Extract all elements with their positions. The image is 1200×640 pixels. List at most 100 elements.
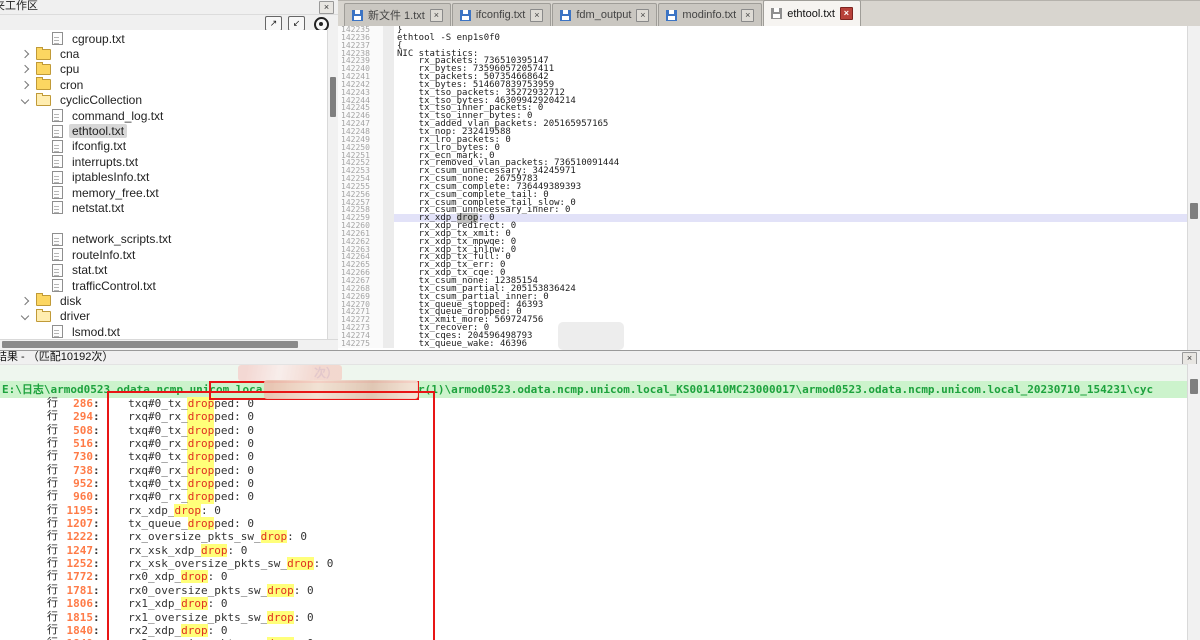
save-icon (460, 10, 471, 21)
editor-line: tx_added_vlan_packets: 205165957165 (394, 120, 1188, 128)
tree-item-ethtool[interactable]: ethtool.txt (0, 123, 328, 138)
file-icon (52, 32, 63, 45)
results-vertical-scrollbar[interactable] (1187, 364, 1200, 640)
tree-item-driver[interactable]: driver (0, 309, 328, 324)
tab-new-file-1[interactable]: 新文件 1.txt× (344, 3, 451, 26)
folder-open-icon (36, 311, 51, 322)
result-line-number: 960 (61, 490, 93, 503)
result-line-number: 1840 (61, 624, 93, 637)
chevron-right-icon[interactable] (21, 50, 29, 58)
chevron-down-icon[interactable] (21, 312, 29, 320)
tree-item-cyclicCollection[interactable]: cyclicCollection (0, 93, 328, 108)
workspace-panel: 夹工作区 × ↗ ↙ cgroup.txt cna cpu cron cycli… (0, 0, 338, 350)
close-icon[interactable]: × (840, 7, 853, 20)
results-titlebar: 结果 - （匹配10192次） × (0, 351, 1200, 365)
notepadpp-window: 夹工作区 × ↗ ↙ cgroup.txt cna cpu cron cycli… (0, 0, 1200, 640)
tree-scrollbar-thumb[interactable] (330, 77, 336, 117)
tree-item-lsmod[interactable]: lsmod.txt (0, 324, 328, 339)
result-line-number: 508 (61, 424, 93, 437)
tree-scrollbar-thumb[interactable] (2, 341, 298, 348)
tree-item-trafficControl[interactable]: trafficControl.txt (0, 278, 328, 293)
tab-bar: 新文件 1.txt× ifconfig.txt× fdm_output× mod… (338, 0, 1200, 26)
tree-item-cron[interactable]: cron (0, 77, 328, 92)
editor-vertical-scrollbar[interactable] (1187, 26, 1200, 350)
search-results-panel: 结果 - （匹配10192次） × 索 "drop" （1个文件中匹配到1019… (0, 350, 1200, 640)
tree-item-cna[interactable]: cna (0, 46, 328, 61)
editor-line: rx_csum_unnecessary_inner: 0 (394, 206, 1188, 214)
editor-line: rx_lro_packets: 0 (394, 136, 1188, 144)
editor-line: ethtool -S enp1s0f0 (394, 34, 1188, 42)
close-icon[interactable]: × (741, 9, 754, 22)
editor-line: tx_xmit_more: 569724756 (394, 316, 1188, 324)
editor-area: 新文件 1.txt× ifconfig.txt× fdm_output× mod… (338, 0, 1200, 350)
tree-item-netstat[interactable]: netstat.txt (0, 200, 328, 215)
result-line-number: 1806 (61, 597, 93, 610)
editor-line: rx_xdp_tx_full: 0 (394, 253, 1188, 261)
line-number: 142275 (338, 340, 383, 348)
file-icon (52, 186, 63, 199)
tab-ifconfig[interactable]: ifconfig.txt× (452, 3, 552, 26)
close-icon[interactable]: × (430, 9, 443, 22)
file-icon (52, 140, 63, 153)
tree-horizontal-scrollbar[interactable] (0, 339, 338, 350)
tree-vertical-scrollbar[interactable] (327, 30, 338, 340)
tree-item-memory-free[interactable]: memory_free.txt (0, 185, 328, 200)
file-icon (52, 125, 63, 138)
redaction-blur (238, 365, 342, 381)
folder-icon (36, 79, 51, 90)
folder-open-icon (36, 95, 51, 106)
chevron-down-icon[interactable] (21, 96, 29, 104)
expand-all-icon[interactable]: ↗ (265, 16, 282, 31)
tree-item-disk[interactable]: disk (0, 293, 328, 308)
close-icon[interactable]: × (319, 1, 334, 14)
tab-fdm-output[interactable]: fdm_output× (552, 3, 657, 26)
editor-line: rx_xdp_redirect: 0 (394, 222, 1188, 230)
result-line-number: 1252 (61, 557, 93, 570)
result-line-number: 1222 (61, 530, 93, 543)
file-icon (52, 279, 63, 292)
results-scrollbar-thumb[interactable] (1190, 379, 1198, 394)
result-line-number: 1815 (61, 611, 93, 624)
chevron-right-icon[interactable] (21, 297, 29, 305)
search-summary-line[interactable]: 索 "drop" （1个文件中匹配到10192次，总计 次） (0, 365, 1200, 381)
editor-line: tx_nop: 232419588 (394, 128, 1188, 136)
tree-item-routeInfo[interactable]: routeInfo.txt (0, 247, 328, 262)
tab-ethtool[interactable]: ethtool.txt× (763, 0, 861, 26)
file-icon (52, 264, 63, 277)
tree-item-iptablesInfo[interactable]: iptablesInfo.txt (0, 170, 328, 185)
result-line-number: 738 (61, 464, 93, 477)
tree-item-cpu[interactable]: cpu (0, 62, 328, 77)
tree-item-stat[interactable]: stat.txt (0, 262, 328, 277)
chevron-right-icon[interactable] (21, 81, 29, 89)
tree-item-command-log[interactable]: command_log.txt (0, 108, 328, 123)
file-icon (52, 248, 63, 261)
editor-text-area[interactable]: 142235} 142236ethtool -S enp1s0f0 142237… (338, 26, 1188, 350)
file-icon (52, 155, 63, 168)
result-line-number: 294 (61, 410, 93, 423)
result-line-number: 1195 (61, 504, 93, 517)
result-line-number: 1207 (61, 517, 93, 530)
editor-line: rx_xdp_tx_inlnw: 0 (394, 246, 1188, 254)
editor-line: rx_xdp_tx_err: 0 (394, 261, 1188, 269)
folder-icon (36, 49, 51, 60)
close-icon[interactable]: × (636, 9, 649, 22)
results-title: 结果 - （匹配10192次） (0, 351, 113, 363)
tree-item-ifconfig[interactable]: ifconfig.txt (0, 139, 328, 154)
result-line-number: 730 (61, 450, 93, 463)
result-line-number: 952 (61, 477, 93, 490)
tree-item-cgroup[interactable]: cgroup.txt (0, 31, 328, 46)
result-line-number: 1247 (61, 544, 93, 557)
save-icon (666, 10, 677, 21)
result-line-number: 1781 (61, 584, 93, 597)
tree-item-network-scripts[interactable]: network_scripts.txt (0, 232, 328, 247)
save-icon (560, 10, 571, 21)
editor-scrollbar-thumb[interactable] (1190, 203, 1198, 219)
editor-line: } (394, 26, 1188, 34)
file-icon (52, 325, 63, 338)
chevron-right-icon[interactable] (21, 65, 29, 73)
close-icon[interactable]: × (530, 9, 543, 22)
tree-item-interrupts[interactable]: interrupts.txt (0, 154, 328, 169)
editor-line: rx_lro_bytes: 0 (394, 144, 1188, 152)
tab-modinfo[interactable]: modinfo.txt× (658, 3, 762, 26)
collapse-all-icon[interactable]: ↙ (288, 16, 305, 31)
